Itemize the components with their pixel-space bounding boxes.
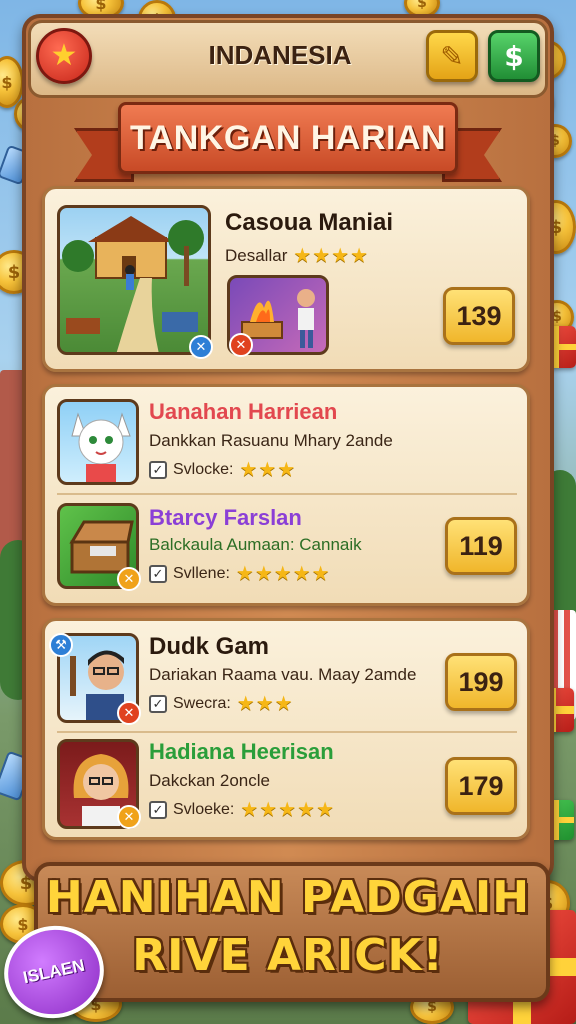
rating-label: Svloeke: <box>173 800 235 818</box>
item-description: Dakckan 2oncle <box>149 771 270 790</box>
rating-row: Desallar ★★★★ <box>225 243 369 268</box>
settings-icon: ✕ <box>189 335 213 359</box>
pencil-icon[interactable]: ✎ <box>426 30 478 82</box>
item-divider <box>57 731 517 733</box>
cat-illustration <box>71 412 131 482</box>
item-description: Balckaula Aumaan: Cannaik <box>149 535 362 554</box>
village-illustration <box>62 216 204 352</box>
star-rating: ★★★ <box>236 693 294 715</box>
dollar-icon[interactable]: $ <box>488 30 540 82</box>
list-card: Uanahan Harriean Dankkan Rasuanu Mhary 2… <box>42 384 530 606</box>
item-name: Hadiana Heerisan <box>149 739 334 764</box>
rating-label: Svllene: <box>173 564 230 582</box>
star-rating: ★★★★★ <box>240 799 336 821</box>
price-button[interactable]: 119 <box>445 517 517 575</box>
star-rating: ★★★★ <box>293 245 370 267</box>
tool-icon: ✕ <box>117 805 141 829</box>
footer-headline-line1: HANIHAN PADGAIH <box>45 872 531 923</box>
card-name: Casoua Maniai <box>225 209 394 236</box>
item-description: Dankkan Rasuanu Mhary 2ande <box>149 431 393 450</box>
list-card: ⚒ ✕ Dudk Gam Dariakan Raama vau. Maay 2a… <box>42 618 530 840</box>
wrench-icon: ⚒ <box>49 633 73 657</box>
price-button[interactable]: 179 <box>445 757 517 815</box>
star-rating: ★★★ <box>239 459 297 481</box>
item-description: Dariakan Raama vau. Maay 2amde <box>149 665 417 684</box>
item-name: Uanahan Harriean <box>149 399 338 424</box>
rating-row: ✓ Svlocke: ★★★ <box>149 457 296 482</box>
rating-row: ✓ Swecra: ★★★ <box>149 691 294 716</box>
cat-avatar-thumbnail <box>57 399 139 485</box>
checkbox-icon: ✓ <box>149 800 167 819</box>
banner-title: TANKGAN HARIAN <box>129 118 447 157</box>
item-divider <box>57 493 517 495</box>
price-button[interactable]: 139 <box>443 287 515 345</box>
rating-label: Swecra: <box>173 694 231 712</box>
star-rating: ★★★★★ <box>235 563 331 585</box>
banner-ribbon: TANKGAN HARIAN <box>118 102 458 174</box>
card-subtitle: Desallar <box>225 245 288 265</box>
rating-label: Svlocke: <box>173 460 234 478</box>
tool-icon: ✕ <box>117 701 141 725</box>
badge-label: ISLAEN <box>21 955 87 988</box>
tool-icon: ✕ <box>117 567 141 591</box>
checkbox-icon: ✓ <box>149 694 167 713</box>
village-scene-thumbnail <box>57 205 211 355</box>
page-title: INDANESIA <box>208 40 352 70</box>
featured-card[interactable]: ✕ Casoua Maniai Desallar ★★★★ ✕ 139 <box>42 186 530 372</box>
tool-icon: ✕ <box>229 333 253 357</box>
rating-row: ✓ Svloeke: ★★★★★ <box>149 797 335 822</box>
checkbox-icon: ✓ <box>149 564 167 583</box>
star-icon[interactable]: ★ <box>36 28 92 84</box>
price-button[interactable]: 199 <box>445 653 517 711</box>
item-name: Dudk Gam <box>149 633 270 660</box>
checkbox-icon: ✓ <box>149 460 167 479</box>
rating-row: ✓ Svllene: ★★★★★ <box>149 561 331 586</box>
item-name: Btarcy Farslan <box>149 505 302 530</box>
